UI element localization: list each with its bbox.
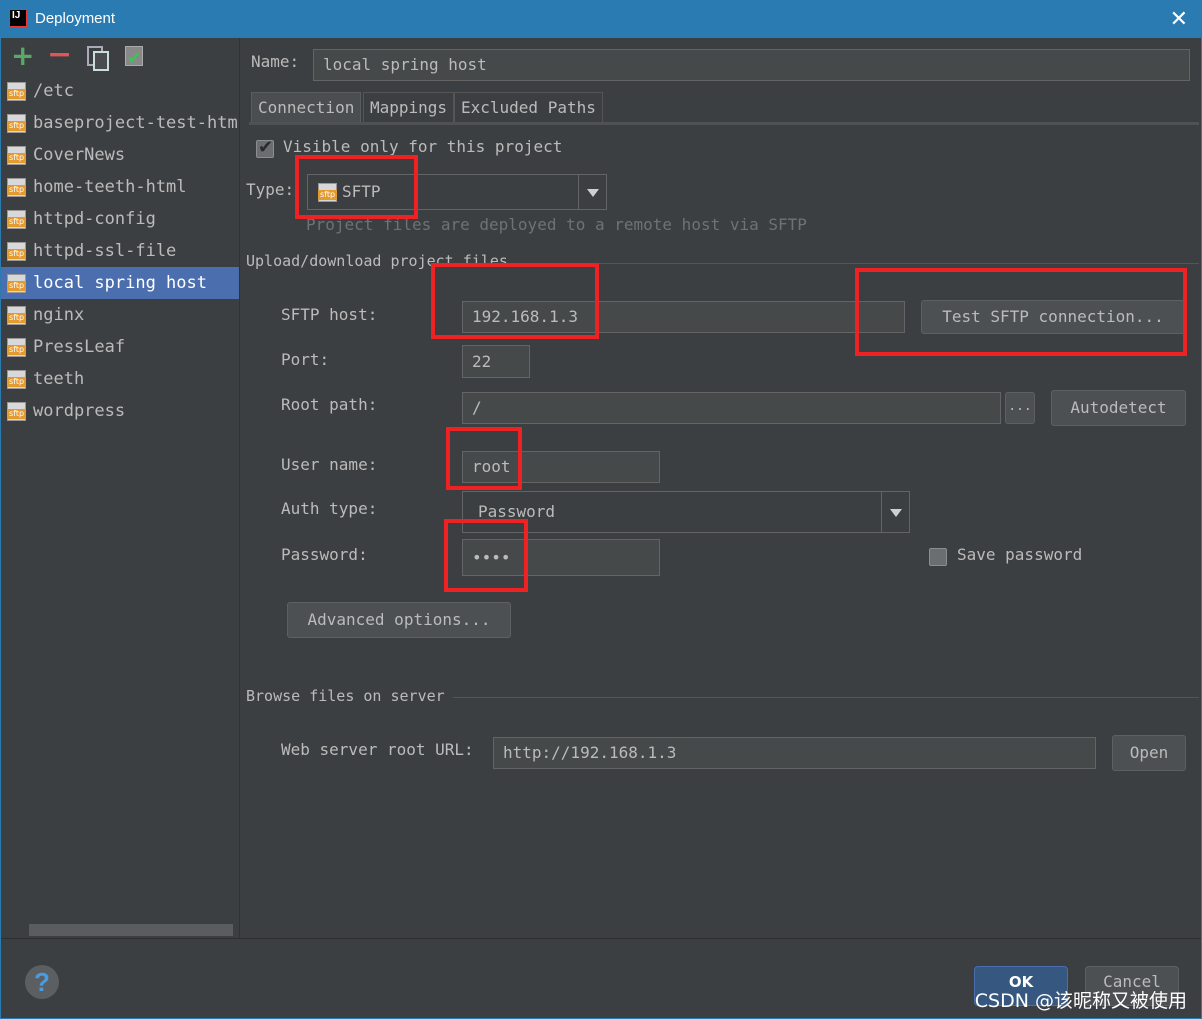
server-sidebar: + − /etc baseproject-test-html CoverNews ho… [1, 38, 240, 938]
server-list-item[interactable]: nginx [1, 299, 239, 331]
server-name: httpd-ssl-file [33, 241, 177, 261]
server-name: baseproject-test-html [33, 113, 239, 133]
visible-only-checkbox[interactable] [256, 137, 274, 158]
server-name: local spring host [33, 273, 207, 293]
open-button[interactable]: Open [1112, 735, 1186, 771]
server-name: teeth [33, 369, 85, 389]
sftp-icon [318, 183, 337, 202]
root-path-field[interactable]: / [462, 392, 1001, 424]
sftp-icon [7, 82, 26, 101]
sftp-host-label: SFTP host: [281, 305, 378, 324]
port-label: Port: [281, 350, 330, 369]
password-field[interactable]: •••• [462, 539, 660, 576]
close-icon[interactable]: ✕ [1170, 6, 1188, 32]
server-name: wordpress [33, 401, 126, 421]
port-field[interactable]: 22 [462, 345, 530, 378]
type-combo[interactable]: SFTP [307, 174, 607, 210]
title-bar: Deployment ✕ [0, 0, 1202, 38]
name-label: Name: [251, 52, 300, 71]
web-root-url-label: Web server root URL: [281, 740, 474, 759]
server-list-item[interactable]: PressLeaf [1, 331, 239, 363]
auth-type-combo[interactable]: Password [462, 491, 910, 533]
password-label: Password: [281, 545, 368, 564]
dialog-footer: ? OK Cancel CSDN @该昵称又被使用 [1, 938, 1201, 1018]
user-name-field[interactable]: root [462, 451, 660, 483]
browse-section-title: Browse files on server [246, 687, 445, 705]
upload-section-title: Upload/download project files [246, 252, 508, 270]
name-field[interactable]: local spring host [313, 49, 1190, 81]
server-list-item[interactable]: baseproject-test-html [1, 107, 239, 139]
tab-excluded-paths[interactable]: Excluded Paths [454, 92, 603, 123]
sftp-host-field[interactable]: 192.168.1.3 [462, 301, 905, 333]
intellij-logo-icon [9, 9, 27, 27]
browse-section-divider [453, 697, 1199, 698]
window-title: Deployment [35, 10, 116, 27]
web-root-url-field[interactable]: http://192.168.1.3 [493, 737, 1096, 769]
server-list-item[interactable]: home-teeth-html [1, 171, 239, 203]
test-connection-button[interactable]: Test SFTP connection... [921, 300, 1185, 334]
remove-server-icon[interactable]: − [47, 40, 72, 70]
server-name: httpd-config [33, 209, 156, 229]
visible-only-label: Visible only for this project [283, 137, 563, 156]
auth-type-value: Password [478, 502, 556, 521]
server-name: /etc [33, 81, 74, 101]
copy-server-icon[interactable] [85, 44, 109, 71]
type-value: SFTP [342, 182, 381, 201]
sftp-icon [7, 338, 26, 357]
watermark-text: CSDN @该昵称又被使用 [974, 990, 1187, 1012]
sftp-icon [7, 146, 26, 165]
sftp-icon [7, 274, 26, 293]
add-server-icon[interactable]: + [11, 42, 35, 70]
sftp-icon [7, 306, 26, 325]
root-path-label: Root path: [281, 395, 378, 414]
tab-underline [249, 122, 1199, 125]
server-list-item[interactable]: local spring host [1, 267, 239, 299]
server-list-item[interactable]: teeth [1, 363, 239, 395]
help-button[interactable]: ? [25, 965, 59, 999]
server-list: /etc baseproject-test-html CoverNews home-t… [1, 75, 239, 427]
sftp-icon [7, 114, 26, 133]
horizontal-scrollbar[interactable] [29, 924, 233, 936]
server-list-item[interactable]: httpd-ssl-file [1, 235, 239, 267]
server-name: PressLeaf [33, 337, 126, 357]
server-settings-panel: Name: local spring host Connection Mappi… [241, 38, 1201, 938]
user-name-label: User name: [281, 455, 378, 474]
server-list-item[interactable]: /etc [1, 75, 239, 107]
save-password-checkbox[interactable] [929, 548, 947, 566]
chevron-down-icon [881, 492, 909, 532]
chevron-down-icon [578, 175, 606, 209]
type-hint: Project files are deployed to a remote h… [306, 215, 807, 234]
server-list-item[interactable]: CoverNews [1, 139, 239, 171]
autodetect-button[interactable]: Autodetect [1051, 390, 1186, 426]
server-name: CoverNews [33, 145, 126, 165]
sftp-icon [7, 242, 26, 261]
tab-connection[interactable]: Connection [251, 92, 362, 123]
advanced-options-button[interactable]: Advanced options... [287, 602, 511, 638]
server-list-item[interactable]: httpd-config [1, 203, 239, 235]
auth-type-label: Auth type: [281, 499, 378, 518]
sftp-icon [7, 178, 26, 197]
sftp-icon [7, 210, 26, 229]
server-list-item[interactable]: wordpress [1, 395, 239, 427]
sftp-icon [7, 402, 26, 421]
browse-button[interactable]: ... [1005, 392, 1035, 424]
upload-section-divider [511, 263, 1199, 264]
sftp-icon [7, 370, 26, 389]
server-name: nginx [33, 305, 85, 325]
save-password-label: Save password [957, 545, 1083, 564]
server-name: home-teeth-html [33, 177, 187, 197]
tab-mappings[interactable]: Mappings [363, 92, 455, 123]
type-label: Type: [246, 180, 295, 199]
use-as-default-icon[interactable] [123, 44, 147, 70]
